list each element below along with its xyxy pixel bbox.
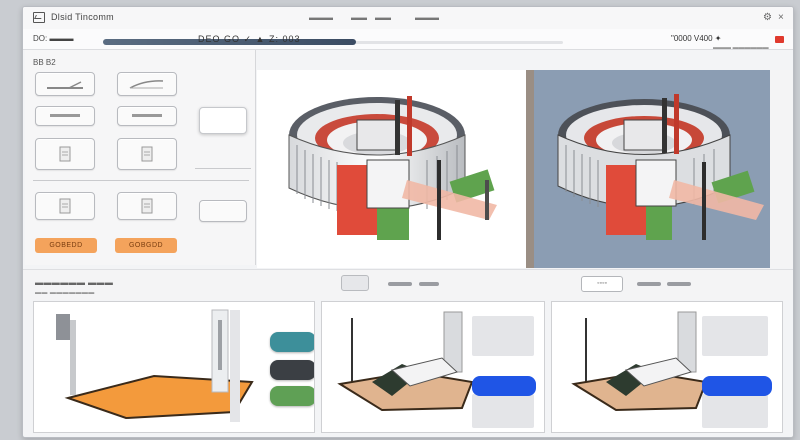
viewport-splitter[interactable] (526, 70, 534, 268)
viewport-right[interactable] (534, 70, 770, 268)
tool-doc-3-button[interactable] (35, 192, 95, 220)
orange-action-button-2[interactable]: GOBGDD (115, 238, 177, 253)
render-panel-1[interactable] (33, 301, 315, 433)
doc-icon (59, 146, 71, 162)
panel-label: BB B2 (33, 58, 56, 67)
section-divider (33, 180, 249, 181)
record-indicator-icon[interactable] (775, 36, 784, 43)
curve-icon (129, 80, 164, 89)
line-icon (47, 81, 83, 89)
orange-action-button-1[interactable]: GOBEDD (35, 238, 97, 253)
tool-doc-4-button[interactable] (117, 192, 177, 220)
pill-indicator-3 (637, 282, 661, 286)
assembly-render-2 (337, 311, 536, 412)
tool-curve-button[interactable] (117, 72, 177, 96)
tool-panel: BB B2 GOBEDD GOBGDD (25, 50, 256, 265)
render-panel-2[interactable] (321, 301, 545, 433)
close-icon[interactable]: × (778, 12, 784, 23)
pill-indicator-1 (388, 282, 412, 286)
toolbar-field-label: DO: ▬▬▬ (33, 34, 74, 43)
chart-icon (33, 12, 45, 23)
app-title: Dlsid Tincomm (51, 12, 114, 22)
green-swatch[interactable] (270, 386, 314, 406)
mid-toolbar: ▬▬▬▬▬▬ ▬▬▬ ▬▬ ▬▬▬▬▬▬▬ ◦◦◦◦ (23, 269, 793, 300)
settings-icon[interactable]: ⚙ (763, 12, 772, 23)
tool-line-button[interactable] (35, 72, 95, 96)
toolbar: DO: ▬▬▬ DEO GO ✓ ▲ Z: 003 "0000 V400 ✦ ▬… (23, 29, 793, 51)
divider (195, 168, 251, 169)
pill-indicator-4 (667, 282, 691, 286)
tool-doc-1-button[interactable] (35, 138, 95, 170)
turbine-model-left (288, 96, 497, 240)
viewport-left[interactable] (257, 70, 527, 268)
center-toggle-button[interactable] (341, 275, 369, 291)
turbine-model-right (557, 94, 764, 240)
teal-swatch[interactable] (270, 332, 314, 352)
menu-item-1[interactable]: ▬▬▬ (309, 13, 333, 22)
tool-rect-1-button[interactable] (35, 106, 95, 126)
dash-icon (132, 114, 162, 117)
tool-doc-2-button[interactable] (117, 138, 177, 170)
mid-label: ▬▬▬▬▬▬ ▬▬▬ (35, 278, 114, 287)
mid-label-sub: ▬▬ ▬▬▬▬▬▬▬ (35, 290, 95, 296)
render-panel-3[interactable] (551, 301, 783, 433)
apply-button[interactable] (199, 107, 247, 134)
dash-icon (50, 114, 80, 117)
toolbar-right-readout: "0000 V400 ✦ (671, 34, 722, 43)
assembly-render-3 (571, 311, 772, 412)
menu-item-2[interactable]: ▬▬ (351, 13, 367, 22)
pill-indicator-2 (419, 282, 439, 286)
app-window: Dlsid Tincomm ▬▬▬ ▬▬ ▬▬ ▬▬▬ ⚙ × DO: ▬▬▬ … (22, 6, 794, 438)
doc-icon (141, 146, 153, 162)
toolbar-right-sub: ▬▬▬ ▬▬▬▬▬▬ (713, 45, 769, 51)
doc-icon (59, 198, 71, 214)
doc-icon (141, 198, 153, 214)
progress-track (103, 39, 563, 45)
options-button[interactable]: ◦◦◦◦ (581, 276, 623, 292)
dark-swatch[interactable] (270, 360, 314, 380)
side-strip (770, 70, 793, 268)
menu-item-4[interactable]: ▬▬▬ (415, 13, 439, 22)
coordinate-readout: DEO GO ✓ ▲ Z: 003 (198, 34, 301, 44)
menu-item-3[interactable]: ▬▬ (375, 13, 391, 22)
secondary-button[interactable] (199, 200, 247, 222)
title-bar: Dlsid Tincomm ▬▬▬ ▬▬ ▬▬ ▬▬▬ ⚙ × (23, 7, 793, 30)
tool-rect-2-button[interactable] (117, 106, 177, 126)
